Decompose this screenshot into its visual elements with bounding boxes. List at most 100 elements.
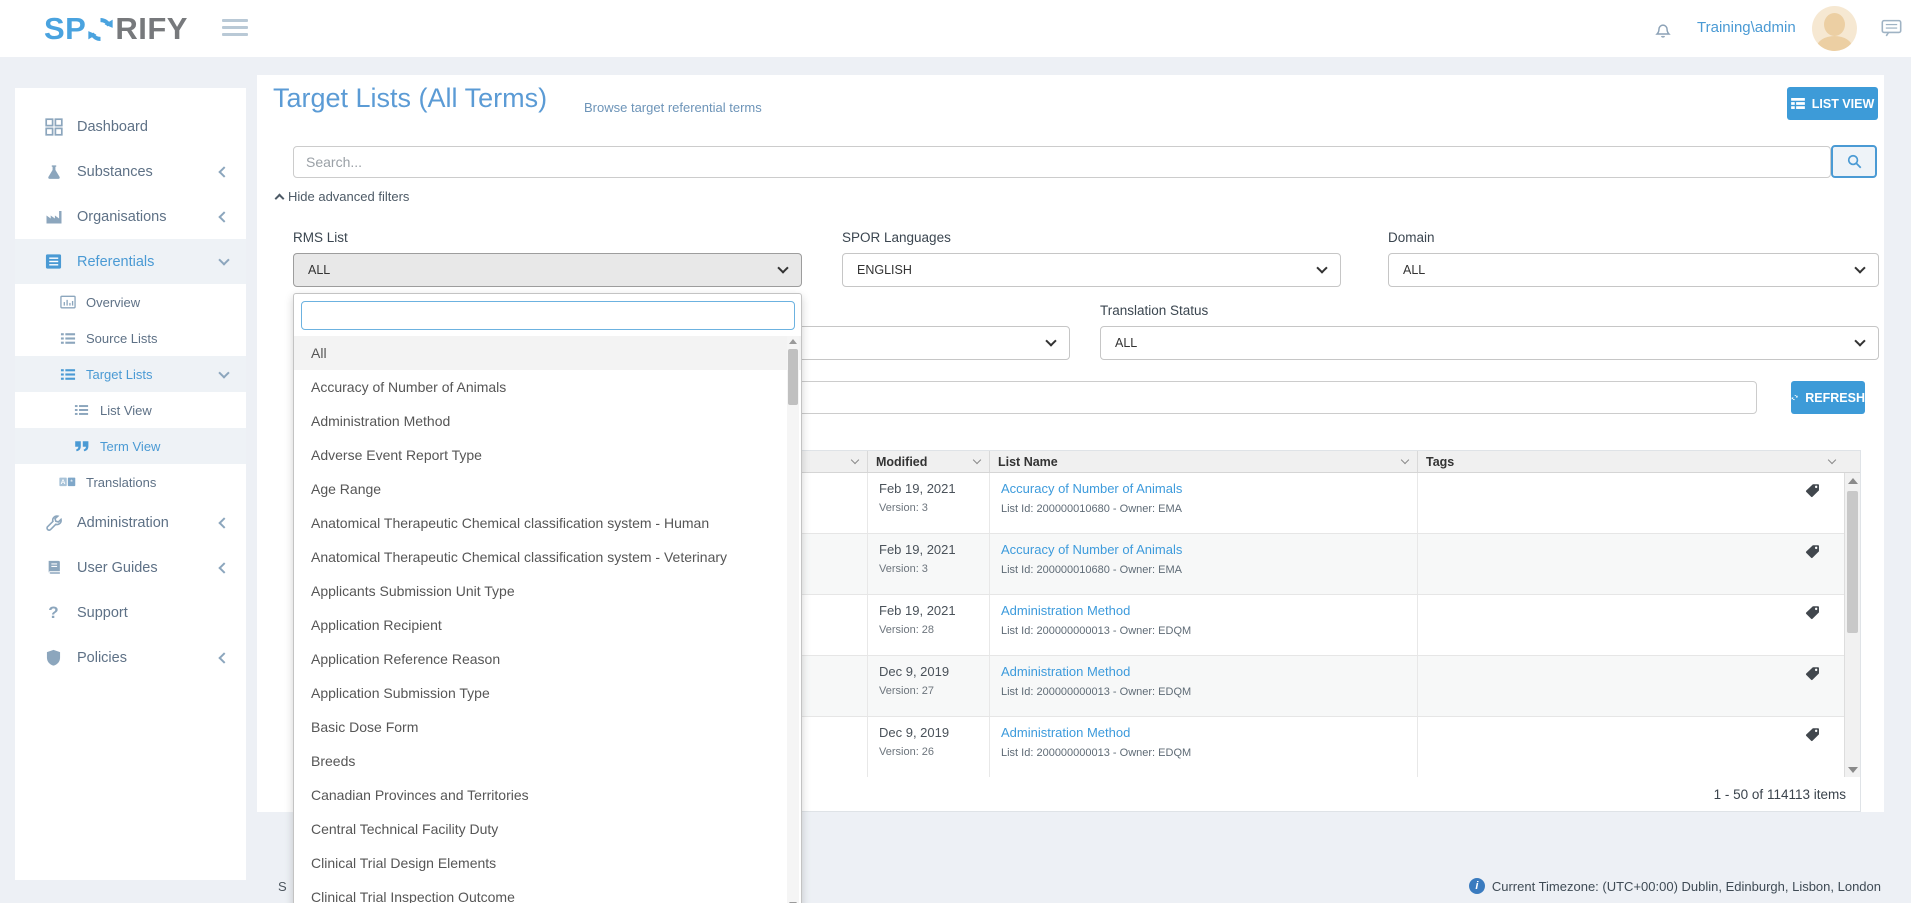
chevron-down-icon xyxy=(777,262,788,273)
sidebar-item-dashboard[interactable]: Dashboard xyxy=(15,104,246,149)
dropdown-option[interactable]: Age Range xyxy=(294,472,801,506)
timezone-text: Current Timezone: (UTC+00:00) Dublin, Ed… xyxy=(1492,879,1881,894)
avatar[interactable] xyxy=(1812,6,1857,51)
list-name-link[interactable]: Administration Method xyxy=(1001,725,1417,740)
list-name-link[interactable]: Administration Method xyxy=(1001,603,1417,618)
sidebar: Dashboard Substances Organisations Refer… xyxy=(15,88,246,880)
column-header-list-name[interactable]: List Name xyxy=(990,451,1418,472)
column-header-modified[interactable]: Modified xyxy=(868,451,990,472)
list-view-button[interactable]: LIST VIEW xyxy=(1787,87,1878,120)
tag-icon[interactable] xyxy=(1805,666,1820,681)
version: Version: 28 xyxy=(879,624,989,636)
list-view-button-label: LIST VIEW xyxy=(1812,97,1875,111)
dropdown-option[interactable]: Basic Dose Form xyxy=(294,710,801,744)
referentials-list-icon xyxy=(44,253,63,270)
rms-list-select[interactable]: ALL xyxy=(293,253,802,287)
dropdown-option[interactable]: Canadian Provinces and Territories xyxy=(294,778,801,812)
wrench-icon xyxy=(44,514,63,532)
list-name-link[interactable]: Accuracy of Number of Animals xyxy=(1001,542,1417,557)
top-bar: SPRIFY Training\admin xyxy=(0,0,1911,57)
quote-icon xyxy=(73,440,90,452)
info-icon: i xyxy=(1469,878,1485,894)
sidebar-item-list-view[interactable]: List View xyxy=(15,392,246,428)
brand-logo-left: SP xyxy=(44,11,86,47)
dropdown-option[interactable]: Application Recipient xyxy=(294,608,801,642)
column-header-tags[interactable]: Tags xyxy=(1418,451,1844,472)
modified-date: Feb 19, 2021 xyxy=(879,542,989,557)
tag-icon[interactable] xyxy=(1805,727,1820,742)
dropdown-option[interactable]: All xyxy=(294,336,801,370)
sidebar-item-policies[interactable]: Policies xyxy=(15,635,246,680)
domain-label: Domain xyxy=(1388,230,1435,245)
dropdown-option[interactable]: Administration Method xyxy=(294,404,801,438)
dropdown-option[interactable]: Applicants Submission Unit Type xyxy=(294,574,801,608)
version: Version: 3 xyxy=(879,563,989,575)
sidebar-item-source-lists[interactable]: Source Lists xyxy=(15,320,246,356)
domain-select[interactable]: ALL xyxy=(1388,253,1879,287)
sidebar-item-label: Term View xyxy=(100,439,160,454)
scrollbar-thumb[interactable] xyxy=(788,349,798,405)
menu-toggle-icon[interactable] xyxy=(222,19,248,40)
chevron-down-icon xyxy=(1316,262,1327,273)
sidebar-item-label: Dashboard xyxy=(77,119,148,135)
tag-icon[interactable] xyxy=(1805,544,1820,559)
dropdown-option[interactable]: Anatomical Therapeutic Chemical classifi… xyxy=(294,540,801,574)
pagination-summary: 1 - 50 of 114113 items xyxy=(1714,787,1846,802)
notifications-bell-icon[interactable] xyxy=(1652,17,1674,46)
svg-text:*: * xyxy=(70,479,73,486)
sidebar-item-label: Administration xyxy=(77,515,169,531)
user-menu[interactable]: Training\admin xyxy=(1697,19,1796,36)
sidebar-item-organisations[interactable]: Organisations xyxy=(15,194,246,239)
feedback-chat-icon[interactable] xyxy=(1881,19,1902,43)
dropdown-option[interactable]: Accuracy of Number of Animals xyxy=(294,370,801,404)
column-menu-icon[interactable] xyxy=(851,456,859,464)
dropdown-scrollbar[interactable] xyxy=(787,336,799,903)
hide-filters-label: Hide advanced filters xyxy=(288,189,409,204)
sidebar-item-label: Source Lists xyxy=(86,331,158,346)
sidebar-item-administration[interactable]: Administration xyxy=(15,500,246,545)
search-input[interactable] xyxy=(293,146,1831,178)
translation-status-label: Translation Status xyxy=(1100,303,1208,318)
sidebar-item-referentials[interactable]: Referentials xyxy=(15,239,246,284)
column-menu-icon[interactable] xyxy=(973,456,981,464)
caret-up-icon xyxy=(275,194,285,204)
sidebar-item-label: Referentials xyxy=(77,254,154,270)
dropdown-option[interactable]: Clinical Trial Inspection Outcome xyxy=(294,880,801,903)
dropdown-option[interactable]: Adverse Event Report Type xyxy=(294,438,801,472)
sidebar-item-term-view[interactable]: Term View xyxy=(15,428,246,464)
sidebar-item-support[interactable]: ? Support xyxy=(15,590,246,635)
scroll-up-icon[interactable] xyxy=(1848,478,1858,484)
refresh-button[interactable]: REFRESH xyxy=(1791,381,1865,414)
translation-icon: A* xyxy=(59,475,76,489)
dropdown-option[interactable]: Clinical Trial Design Elements xyxy=(294,846,801,880)
dropdown-option[interactable]: Anatomical Therapeutic Chemical classifi… xyxy=(294,506,801,540)
list-meta: List Id: 200000000013 - Owner: EDQM xyxy=(1001,686,1417,698)
spor-languages-select[interactable]: ENGLISH xyxy=(842,253,1341,287)
dropdown-option[interactable]: Application Reference Reason xyxy=(294,642,801,676)
list-name-link[interactable]: Administration Method xyxy=(1001,664,1417,679)
list-name-link[interactable]: Accuracy of Number of Animals xyxy=(1001,481,1417,496)
dropdown-option[interactable]: Application Submission Type xyxy=(294,676,801,710)
sidebar-item-target-lists[interactable]: Target Lists xyxy=(15,356,246,392)
hide-advanced-filters-toggle[interactable]: Hide advanced filters xyxy=(276,189,409,204)
sidebar-item-translations[interactable]: A* Translations xyxy=(15,464,246,500)
dropdown-filter-input[interactable] xyxy=(301,301,795,330)
table-scrollbar[interactable] xyxy=(1844,473,1860,778)
search-button[interactable] xyxy=(1831,145,1877,178)
tag-icon[interactable] xyxy=(1805,483,1820,498)
sidebar-item-substances[interactable]: Substances xyxy=(15,149,246,194)
brand-logo: SPRIFY xyxy=(44,11,188,47)
dropdown-option[interactable]: Breeds xyxy=(294,744,801,778)
scroll-down-icon[interactable] xyxy=(1848,767,1858,773)
tag-icon[interactable] xyxy=(1805,605,1820,620)
scroll-up-icon[interactable] xyxy=(789,339,797,344)
dropdown-option[interactable]: Central Technical Facility Duty xyxy=(294,812,801,846)
sidebar-item-label: Substances xyxy=(77,164,153,180)
column-menu-icon[interactable] xyxy=(1828,456,1836,464)
column-menu-icon[interactable] xyxy=(1401,456,1409,464)
chevron-left-icon xyxy=(218,211,229,222)
sidebar-item-overview[interactable]: Overview xyxy=(15,284,246,320)
translation-status-select[interactable]: ALL xyxy=(1100,326,1879,360)
sidebar-item-user-guides[interactable]: User Guides xyxy=(15,545,246,590)
scrollbar-thumb[interactable] xyxy=(1847,491,1858,633)
